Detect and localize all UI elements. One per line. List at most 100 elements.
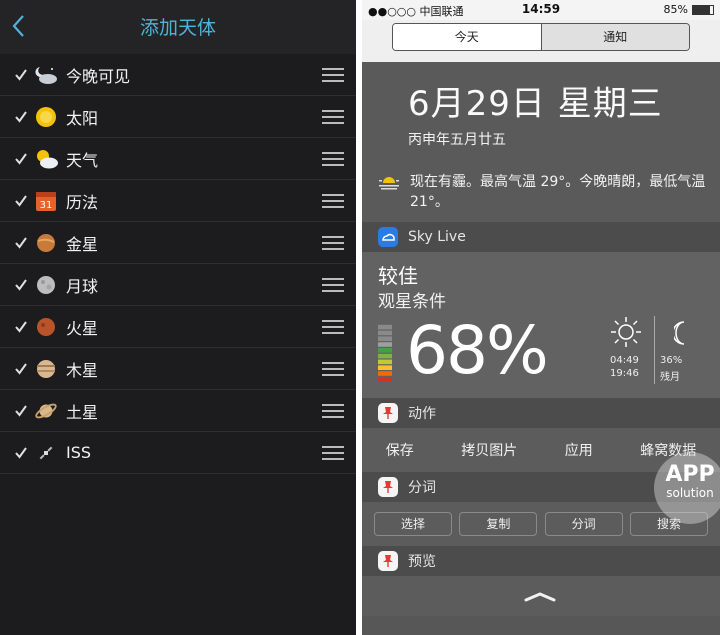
haze-icon [379, 177, 399, 190]
reorder-handle-icon[interactable] [322, 235, 344, 251]
list-item-label: 历法 [66, 192, 99, 212]
meter-segment [378, 371, 392, 376]
segmentation-title: 分词 [408, 480, 436, 496]
checkmark-icon[interactable] [14, 362, 28, 376]
list-item-label: 太阳 [66, 108, 99, 128]
checkmark-icon[interactable] [14, 68, 28, 82]
list-item[interactable]: 月球 [0, 264, 356, 306]
checkmark-icon[interactable] [14, 194, 28, 208]
meter-segment [378, 365, 392, 370]
sun-outline-icon [611, 317, 641, 347]
meter-segment [378, 342, 392, 347]
select-button[interactable]: 选择 [374, 512, 452, 536]
preview-widget [362, 576, 720, 616]
preview-widget-header[interactable]: 预览 [362, 546, 720, 576]
checkmark-icon[interactable] [14, 320, 28, 334]
checkmark-icon[interactable] [14, 236, 28, 250]
meter-segment [378, 377, 392, 382]
checkmark-icon[interactable] [14, 446, 28, 460]
stargazing-condition-label: 观星条件 [378, 292, 446, 312]
copy-image-button[interactable]: 拷贝图片 [461, 440, 517, 460]
satellite-icon [34, 441, 58, 465]
weather-summary: 现在有霾。最高气温 29°。今晚晴朗，最低气温 21°。 [378, 172, 708, 212]
reorder-handle-icon[interactable] [322, 361, 344, 377]
list-item-label: ISS [66, 443, 92, 462]
apps-button[interactable]: 应用 [565, 440, 593, 460]
reorder-handle-icon[interactable] [322, 193, 344, 209]
sun-icon [34, 105, 58, 129]
list-item[interactable]: ISS [0, 432, 356, 474]
condition-meter [378, 324, 392, 382]
actions-title: 动作 [408, 406, 436, 422]
reorder-handle-icon[interactable] [322, 403, 344, 419]
skylive-widget[interactable]: 较佳 观星条件 68% 04:49 19:46 36% 残月 [362, 252, 720, 398]
venus-icon [34, 231, 58, 255]
today-summary: 6月29日 星期三 丙申年五月廿五 现在有霾。最高气温 29°。今晚晴朗，最低气… [362, 62, 720, 222]
skylive-widget-header[interactable]: Sky Live [362, 222, 720, 252]
segment-bar: 今天 通知 [362, 20, 720, 62]
actions-widget-header[interactable]: 动作 [362, 398, 720, 428]
weather-icon [34, 147, 58, 171]
meter-segment [378, 324, 392, 330]
list-item-label: 土星 [66, 402, 99, 422]
list-item[interactable]: 木星 [0, 348, 356, 390]
moon-icon [34, 273, 58, 297]
preview-title: 预览 [408, 554, 436, 570]
tab-today[interactable]: 今天 [393, 24, 541, 50]
watermark-logo: APP solution [654, 452, 720, 524]
list-item-label: 天气 [66, 150, 99, 170]
checkmark-icon[interactable] [14, 278, 28, 292]
save-button[interactable]: 保存 [386, 440, 414, 460]
nav-bar: 添加天体 [0, 0, 356, 54]
reorder-handle-icon[interactable] [322, 445, 344, 461]
checkmark-icon[interactable] [14, 152, 28, 166]
reorder-handle-icon[interactable] [322, 151, 344, 167]
divider [654, 316, 655, 384]
jupiter-icon [34, 357, 58, 381]
lunar-date: 丙申年五月廿五 [408, 132, 506, 148]
list-item[interactable]: 31 历法 [0, 180, 356, 222]
list-item[interactable]: 天气 [0, 138, 356, 180]
sunset-time: 19:46 [610, 368, 639, 379]
status-bar: ●●○○○ 中国联通 14:59 85% [362, 0, 720, 20]
checkmark-icon[interactable] [14, 404, 28, 418]
meter-segment [378, 330, 392, 336]
stargazing-rating: 较佳 [378, 264, 418, 288]
grabber-handle-icon[interactable] [522, 590, 558, 604]
condition-percent: 68% [406, 312, 549, 389]
weather-text: 现在有霾。最高气温 29°。今晚晴朗，最低气温 21°。 [410, 174, 706, 210]
list-item[interactable]: 土星 [0, 390, 356, 432]
add-objects-panel: 添加天体 今晚可见 太阳 天气 31 历法 金星 月球 火星 木星 土星 ISS [0, 0, 356, 635]
reorder-handle-icon[interactable] [322, 67, 344, 83]
mars-icon [34, 315, 58, 339]
pin-app-icon [378, 403, 398, 423]
list-item-label: 火星 [66, 318, 99, 338]
date-heading: 6月29日 星期三 [408, 84, 663, 124]
meter-segment [378, 353, 392, 359]
night-sky-icon [34, 63, 58, 87]
battery-percent: 85% [663, 3, 688, 16]
moon-phase: 残月 [660, 372, 680, 383]
calendar-icon: 31 [34, 189, 58, 213]
reorder-handle-icon[interactable] [322, 109, 344, 125]
segment-words-button[interactable]: 分词 [544, 512, 623, 536]
reorder-handle-icon[interactable] [322, 277, 344, 293]
meter-segment [378, 348, 392, 353]
saturn-icon [34, 399, 58, 423]
list-item[interactable]: 今晚可见 [0, 54, 356, 96]
page-title: 添加天体 [139, 17, 216, 39]
sunrise-time: 04:49 [610, 355, 639, 366]
list-item[interactable]: 金星 [0, 222, 356, 264]
tab-notifications[interactable]: 通知 [540, 24, 689, 50]
list-item-label: 今晚可见 [66, 66, 131, 86]
reorder-handle-icon[interactable] [322, 319, 344, 335]
crescent-moon-icon [674, 321, 685, 345]
list-item[interactable]: 太阳 [0, 96, 356, 138]
copy-button[interactable]: 复制 [459, 512, 538, 536]
list-item[interactable]: 火星 [0, 306, 356, 348]
pin-app-icon [378, 477, 398, 497]
moon-illumination: 36% [660, 355, 683, 366]
notification-center: ●●○○○ 中国联通 14:59 85% 今天 通知 6月29日 星期三 丙申年… [362, 0, 720, 635]
checkmark-icon[interactable] [14, 110, 28, 124]
objects-list: 今晚可见 太阳 天气 31 历法 金星 月球 火星 木星 土星 ISS [0, 54, 356, 474]
